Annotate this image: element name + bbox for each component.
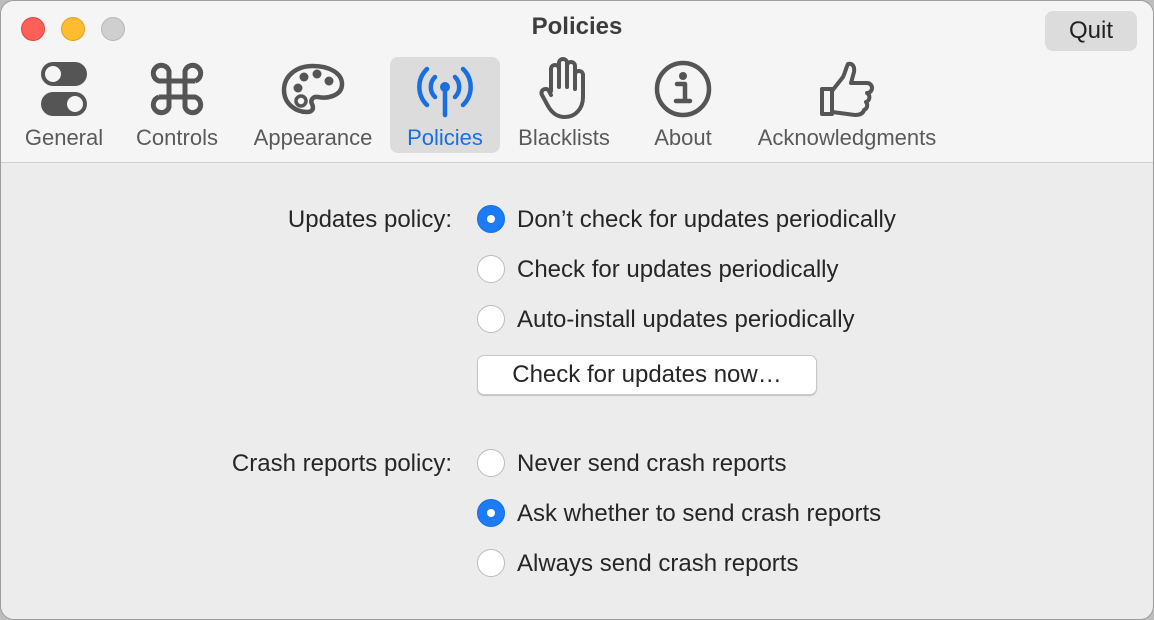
tab-controls[interactable]: Controls (127, 57, 227, 153)
radio-check-updates-periodically[interactable] (477, 255, 505, 283)
preferences-window: Policies Quit General Controls Appearanc… (0, 0, 1154, 620)
toggle-switches-icon (39, 57, 89, 121)
radio-auto-install-updates[interactable] (477, 305, 505, 333)
radio-label[interactable]: Ask whether to send crash reports (517, 500, 881, 528)
tab-about[interactable]: About (638, 57, 728, 153)
radio-label[interactable]: Don’t check for updates periodically (517, 206, 896, 234)
tab-blacklists[interactable]: Blacklists (509, 57, 619, 153)
radio-label[interactable]: Always send crash reports (517, 550, 798, 578)
thumbs-up-icon (817, 57, 877, 121)
toolbar: Policies Quit General Controls Appearanc… (1, 1, 1153, 163)
quit-button[interactable]: Quit (1045, 11, 1137, 51)
crash-reports-policy-label: Crash reports policy: (231, 450, 452, 477)
tab-label: Acknowledgments (757, 125, 937, 150)
info-circle-icon (653, 57, 713, 121)
updates-policy-label: Updates policy: (287, 206, 452, 233)
radio-never-send-crash-reports[interactable] (477, 449, 505, 477)
tab-acknowledgments[interactable]: Acknowledgments (747, 57, 947, 153)
radio-ask-send-crash-reports[interactable] (477, 499, 505, 527)
tab-label: Policies (407, 125, 483, 150)
check-for-updates-now-button[interactable]: Check for updates now… (477, 355, 817, 395)
tab-label: Appearance (253, 125, 373, 150)
radio-label[interactable]: Never send crash reports (517, 450, 786, 478)
tab-appearance[interactable]: Appearance (245, 57, 381, 153)
antenna-signal-icon (413, 57, 477, 121)
radio-dont-check-updates[interactable] (477, 205, 505, 233)
window-title: Policies (531, 13, 623, 40)
tab-label: Blacklists (518, 125, 610, 150)
tab-label: General (24, 125, 104, 150)
radio-label[interactable]: Check for updates periodically (517, 256, 839, 284)
tab-label: About (654, 125, 712, 150)
radio-label[interactable]: Auto-install updates periodically (517, 306, 855, 334)
tab-policies[interactable]: Policies (390, 57, 500, 153)
palette-icon (281, 57, 345, 121)
radio-always-send-crash-reports[interactable] (477, 549, 505, 577)
command-key-icon (149, 57, 205, 121)
raised-hand-icon (537, 57, 591, 121)
tab-general[interactable]: General (19, 57, 109, 153)
tab-label: Controls (136, 125, 218, 150)
